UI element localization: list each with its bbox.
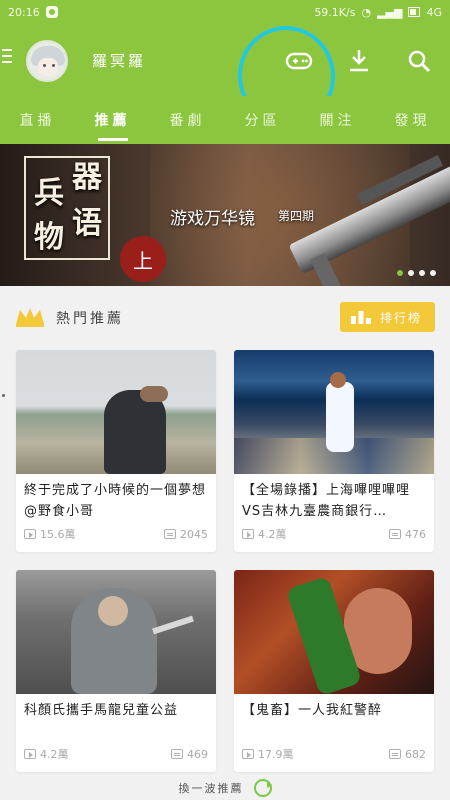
danmaku-icon (171, 749, 183, 759)
pagination-dot[interactable] (419, 270, 425, 276)
video-title: 【全場錄播】上海嗶哩嗶哩VS吉林九臺農商銀行… (242, 483, 411, 519)
video-title: 科顏氏攜手馬龍兒童公益 (24, 703, 179, 718)
banner-char: 器 (72, 160, 102, 195)
video-meta: 4.2萬 476 (242, 526, 426, 542)
video-card[interactable]: 終于完成了小時候的一個夢想@野食小哥 15.6萬 2045 (16, 350, 216, 552)
video-card[interactable]: 【全場錄播】上海嗶哩嗶哩VS吉林九臺農商銀行… 4.2萬 476 (234, 350, 434, 552)
network-type: 4G (426, 5, 442, 19)
top-bar: 羅冥羅 (0, 24, 450, 96)
tab-recommended[interactable]: 推薦 (75, 96, 150, 144)
avatar[interactable] (26, 40, 68, 82)
banner-char: 兵 (34, 176, 64, 211)
banner-issue: 第四期 (278, 209, 315, 223)
view-count: 4.2萬 (40, 748, 69, 761)
banner-pagination (397, 270, 436, 276)
danmaku-icon (164, 529, 176, 539)
status-left: 20:16 (8, 6, 58, 19)
video-meta: 4.2萬 469 (24, 746, 208, 762)
search-icon[interactable] (404, 46, 434, 76)
scroll-marker (2, 394, 5, 397)
danmaku-icon (389, 529, 401, 539)
ranking-label: 排行榜 (380, 310, 423, 325)
video-meta: 15.6萬 2045 (24, 526, 208, 542)
pagination-dot[interactable] (397, 270, 403, 276)
video-thumbnail (16, 350, 216, 474)
danmaku-count: 469 (187, 747, 208, 761)
ranking-button[interactable]: 排行榜 (340, 302, 435, 332)
pagination-dot[interactable] (430, 270, 436, 276)
video-thumbnail (234, 570, 434, 694)
username[interactable]: 羅冥羅 (92, 50, 146, 71)
tab-live[interactable]: 直播 (0, 96, 75, 144)
hot-recommend-header: 熱門推薦 排行榜 (0, 286, 450, 344)
banner-char: 物 (34, 220, 64, 255)
video-thumbnail (234, 350, 434, 474)
danmaku-count: 2045 (180, 527, 208, 541)
status-right: 59.1K/s ◔ ▂▄▆ 4G (314, 6, 442, 19)
download-icon[interactable] (344, 46, 374, 76)
refresh-bar[interactable]: 換一波推薦 (0, 778, 450, 798)
video-thumbnail (16, 570, 216, 694)
game-controller-icon[interactable] (284, 46, 314, 76)
danmaku-icon (389, 749, 401, 759)
wifi-icon: ◔ (361, 5, 372, 19)
banner-subtitle: 游戏万华镜 (170, 209, 255, 229)
danmaku-count: 682 (405, 747, 426, 761)
play-count-icon (242, 749, 254, 759)
video-card[interactable]: 科顏氏攜手馬龍兒童公益 4.2萬 469 (16, 570, 216, 772)
video-title: 終于完成了小時候的一個夢想@野食小哥 (24, 483, 207, 519)
banner-seal: 上 (120, 236, 166, 282)
tab-following[interactable]: 關注 (300, 96, 375, 144)
view-count: 15.6萬 (40, 528, 76, 541)
promo-banner[interactable]: 兵 器 物 语 上 游戏万华镜 第四期 (0, 144, 450, 286)
battery-icon (408, 7, 421, 17)
play-count-icon (24, 529, 36, 539)
banner-char: 语 (72, 206, 102, 241)
video-meta: 17.9萬 682 (242, 746, 426, 762)
pagination-dot[interactable] (408, 270, 414, 276)
network-speed: 59.1K/s (314, 5, 356, 19)
danmaku-count: 476 (405, 527, 426, 541)
video-title: 【鬼畜】一人我紅警醉 (242, 703, 383, 718)
status-time: 20:16 (8, 5, 40, 19)
view-count: 17.9萬 (258, 748, 294, 761)
refresh-label: 換一波推薦 (178, 782, 244, 795)
nav-tabs: 直播 推薦 番劇 分區 關注 發現 (0, 96, 450, 144)
shield-icon (45, 6, 58, 18)
play-count-icon (242, 529, 254, 539)
status-bar: 20:16 59.1K/s ◔ ▂▄▆ 4G (0, 0, 450, 24)
video-card[interactable]: 【鬼畜】一人我紅警醉 17.9萬 682 (234, 570, 434, 772)
play-count-icon (24, 749, 36, 759)
tab-discover[interactable]: 發現 (375, 96, 450, 144)
tab-anime[interactable]: 番劇 (150, 96, 225, 144)
view-count: 4.2萬 (258, 528, 287, 541)
signal-icon: ▂▄▆ (377, 5, 403, 19)
refresh-icon[interactable] (253, 779, 272, 797)
menu-icon[interactable] (2, 49, 12, 65)
tab-categories[interactable]: 分區 (225, 96, 300, 144)
section-title: 熱門推薦 (56, 311, 124, 327)
crown-icon (14, 306, 46, 328)
video-grid: 終于完成了小時候的一個夢想@野食小哥 15.6萬 2045 【全場錄播】上海嗶哩… (16, 350, 436, 772)
ranking-icon (350, 309, 372, 325)
